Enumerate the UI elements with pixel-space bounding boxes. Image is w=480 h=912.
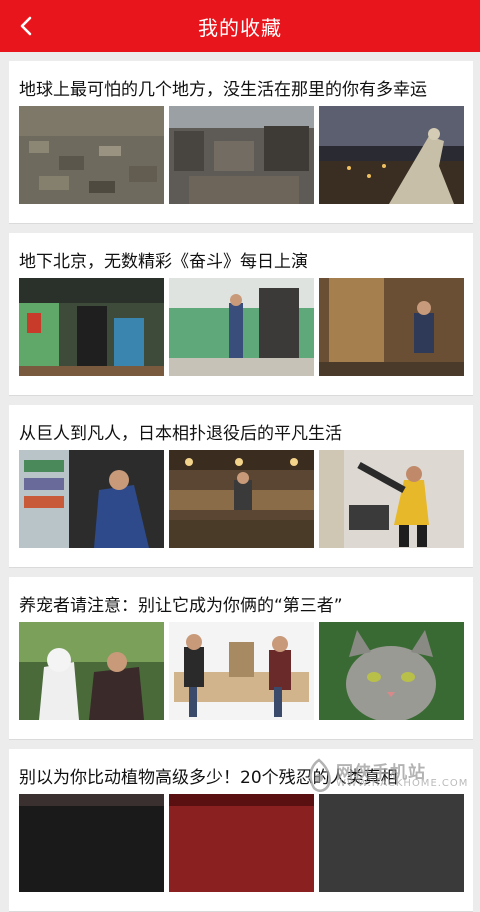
favorite-thumbnails bbox=[19, 450, 465, 548]
thumbnail-image bbox=[169, 794, 314, 892]
thumbnail-image bbox=[19, 794, 164, 892]
favorite-item[interactable]: 地下北京，无数精彩《奋斗》每日上演 bbox=[9, 233, 473, 396]
favorite-thumbnails bbox=[19, 278, 465, 376]
thumbnail-image bbox=[19, 450, 164, 548]
thumbnail-image bbox=[319, 278, 464, 376]
chevron-left-icon bbox=[20, 16, 32, 36]
favorite-thumbnails bbox=[19, 794, 465, 892]
thumbnail-image bbox=[169, 450, 314, 548]
favorite-item[interactable]: 地球上最可怕的几个地方，没生活在那里的你有多幸运 bbox=[9, 61, 473, 224]
page-title: 我的收藏 bbox=[198, 15, 282, 40]
favorite-item[interactable]: 从巨人到凡人，日本相扑退役后的平凡生活 bbox=[9, 405, 473, 568]
favorite-item[interactable]: 别以为你比动植物高级多少！20个残忍的人类真相 bbox=[9, 749, 473, 912]
thumbnail-image bbox=[319, 622, 464, 720]
thumbnail-image bbox=[169, 278, 314, 376]
favorite-title: 别以为你比动植物高级多少！20个残忍的人类真相 bbox=[19, 768, 398, 788]
thumbnail-image bbox=[19, 278, 164, 376]
favorite-title: 养宠者请注意：别让它成为你俩的“第三者” bbox=[19, 596, 343, 616]
favorite-title: 从巨人到凡人，日本相扑退役后的平凡生活 bbox=[19, 424, 342, 444]
thumbnail-image bbox=[19, 106, 164, 204]
thumbnail-image bbox=[319, 794, 464, 892]
favorite-thumbnails bbox=[19, 622, 465, 720]
thumbnail-image bbox=[169, 106, 314, 204]
back-button[interactable] bbox=[8, 8, 44, 44]
thumbnail-image bbox=[19, 622, 164, 720]
favorite-thumbnails bbox=[19, 106, 465, 204]
favorite-item[interactable]: 养宠者请注意：别让它成为你俩的“第三者” bbox=[9, 577, 473, 740]
thumbnail-image bbox=[319, 450, 464, 548]
favorite-title: 地下北京，无数精彩《奋斗》每日上演 bbox=[19, 252, 308, 272]
app-header: 我的收藏 bbox=[0, 0, 480, 52]
favorite-title: 地球上最可怕的几个地方，没生活在那里的你有多幸运 bbox=[19, 80, 427, 100]
thumbnail-image bbox=[319, 106, 464, 204]
thumbnail-image bbox=[169, 622, 314, 720]
